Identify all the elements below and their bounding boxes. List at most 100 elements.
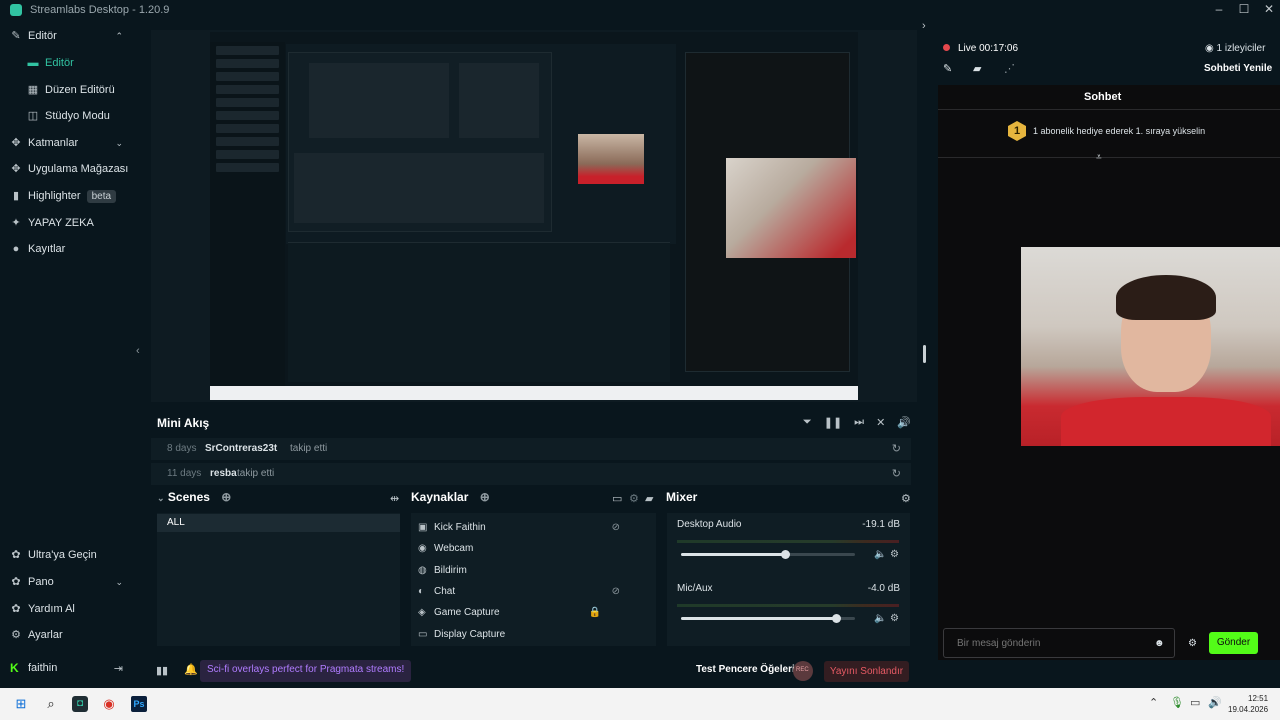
lock-icon[interactable]: 🔒 bbox=[589, 607, 601, 618]
share-icon[interactable]: ⋰ bbox=[1004, 62, 1015, 75]
channel-settings-icon[interactable]: ⚙ bbox=[890, 613, 899, 624]
gift-goal-text: 1 abonelik hediye ederek 1. sıraya yükse… bbox=[1033, 126, 1206, 136]
layers-icon: ✥ bbox=[11, 137, 21, 149]
mini-feed-title: Mini Akış bbox=[157, 416, 210, 430]
repeat-alert-icon[interactable]: ↻ bbox=[892, 467, 901, 480]
volume-slider[interactable] bbox=[681, 550, 855, 559]
mute-alerts-icon[interactable]: ✕ bbox=[876, 416, 885, 429]
chat-settings-icon[interactable]: ⚙ bbox=[1188, 638, 1197, 649]
sidebar-item-dashboard[interactable]: ✿ Pano ⌄ bbox=[0, 569, 135, 595]
sidebar-item-editor[interactable]: ▬ Editör bbox=[0, 50, 135, 76]
close-button[interactable]: ✕ bbox=[1258, 0, 1280, 20]
broadcast-icon[interactable]: ▰ bbox=[973, 62, 981, 75]
globe-icon: ◍ bbox=[418, 564, 427, 576]
maximize-button[interactable]: ☐ bbox=[1233, 0, 1255, 20]
sidebar-item-help[interactable]: ✿ Yardım Al bbox=[0, 596, 135, 622]
source-item[interactable]: ◍ Bildirim bbox=[418, 560, 648, 580]
overlay-promo-banner[interactable]: Sci-fi overlays perfect for Pragmata str… bbox=[200, 660, 412, 682]
window-controls: – ☐ ✕ bbox=[1205, 0, 1280, 20]
pencil-icon: ✎ bbox=[11, 30, 21, 42]
photoshop-icon[interactable]: Ps bbox=[131, 696, 147, 712]
chrome-icon[interactable]: ◉ bbox=[101, 696, 117, 712]
chevron-up-icon[interactable]: ⌃ bbox=[1149, 696, 1158, 709]
mixer-channel-name: Desktop Audio bbox=[677, 519, 742, 530]
visibility-hidden-icon[interactable]: ⊘ bbox=[612, 586, 620, 597]
speaker-icon[interactable]: 🔈 bbox=[874, 613, 886, 624]
emoji-icon[interactable]: ☻ bbox=[1154, 638, 1165, 649]
selective-recording-icon[interactable]: ▭ bbox=[612, 492, 622, 505]
speaker-icon[interactable]: 🔈 bbox=[874, 549, 886, 560]
pause-icon[interactable]: ❚❚ bbox=[824, 416, 842, 429]
source-item[interactable]: ▣ Kick Faithin ⊘ bbox=[418, 517, 648, 537]
sidebar-item-label: Highlighter bbox=[28, 190, 81, 202]
volume-icon[interactable]: 🔊 bbox=[897, 416, 911, 429]
sidebar-item-editor-group[interactable]: ✎ Editör ⌃ bbox=[0, 23, 135, 49]
sidebar-item-studio-mode[interactable]: ◫ Stüdyo Modu bbox=[0, 103, 135, 129]
user-account[interactable]: K faithin ⇥ bbox=[0, 657, 135, 679]
source-item[interactable]: ◐ Chat ⊘ bbox=[418, 581, 648, 601]
volume-slider-knob[interactable] bbox=[832, 614, 841, 623]
source-label: Game Capture bbox=[434, 606, 500, 618]
add-source-icon[interactable]: ⊕ bbox=[480, 490, 490, 504]
divider bbox=[938, 157, 1280, 158]
sidebar-item-layout-editor[interactable]: ▦ Düzen Editörü bbox=[0, 77, 135, 103]
source-item[interactable]: ▭ Display Capture bbox=[418, 624, 648, 644]
scene-transitions-icon[interactable]: ⇹ bbox=[390, 492, 399, 505]
streamlabs-taskbar-icon[interactable]: ◘ bbox=[72, 696, 88, 712]
chat-icon: ◐ bbox=[418, 585, 425, 597]
end-stream-button[interactable]: Yayını Sonlandır bbox=[824, 661, 909, 682]
chevron-down-icon: ⌄ bbox=[115, 137, 123, 148]
search-icon[interactable]: ⌕ bbox=[43, 696, 59, 712]
send-button[interactable]: Gönder bbox=[1209, 632, 1258, 654]
edit-icon[interactable]: ✎ bbox=[943, 62, 952, 75]
chat-message-input[interactable] bbox=[943, 628, 1175, 658]
source-settings-icon[interactable]: ⚙ bbox=[629, 492, 639, 505]
expand-goals-icon[interactable]: ⩡ bbox=[1096, 152, 1102, 163]
visibility-hidden-icon[interactable]: ⊘ bbox=[612, 522, 620, 533]
resize-handle[interactable] bbox=[923, 345, 926, 363]
source-label: Kick Faithin bbox=[434, 521, 486, 533]
repeat-alert-icon[interactable]: ↻ bbox=[892, 442, 901, 455]
sidebar-item-layers[interactable]: ✥ Katmanlar ⌄ bbox=[0, 130, 135, 156]
sidebar-item-settings[interactable]: ⚙ Ayarlar bbox=[0, 622, 135, 648]
test-widgets-button[interactable]: Test Pencere Öğeleri bbox=[696, 664, 795, 675]
sidebar-item-label: Kayıtlar bbox=[28, 243, 66, 255]
notification-icon[interactable]: 🔔 bbox=[184, 663, 198, 676]
windows-start-icon[interactable]: ⊞ bbox=[13, 696, 29, 712]
refresh-chat-button[interactable]: Sohbeti Yenile bbox=[1204, 63, 1272, 74]
collapse-sidebar-icon[interactable]: ‹ bbox=[136, 345, 140, 357]
volume-slider-knob[interactable] bbox=[781, 550, 790, 559]
skip-icon[interactable]: ⏭ bbox=[854, 416, 864, 429]
sidebar-item-app-store[interactable]: ✥ Uygulama Mağazası ⌄ bbox=[0, 156, 135, 182]
chevron-down-icon[interactable]: ⌄ bbox=[157, 493, 165, 503]
divider bbox=[938, 109, 1280, 110]
sidebar-item-highlighter[interactable]: ▮ Highlighter beta bbox=[0, 183, 135, 209]
sidebar-item-label: Ultra'ya Geçin bbox=[28, 549, 97, 561]
scene-item[interactable]: ALL bbox=[157, 514, 400, 532]
channel-settings-icon[interactable]: ⚙ bbox=[890, 549, 899, 560]
filter-icon[interactable]: ⏷ bbox=[803, 416, 812, 429]
network-icon[interactable]: ▭ bbox=[1190, 696, 1200, 709]
chevron-right-icon[interactable]: › bbox=[922, 20, 926, 32]
logout-icon[interactable]: ⇥ bbox=[114, 662, 123, 675]
sidebar-item-ai[interactable]: ✦ YAPAY ZEKA bbox=[0, 210, 135, 236]
live-timer: Live 00:17:06 bbox=[958, 43, 1019, 54]
add-folder-icon[interactable]: ▰ bbox=[645, 492, 653, 505]
microphone-icon[interactable]: 🎙 bbox=[1170, 696, 1184, 709]
capture-mini-feed bbox=[288, 242, 670, 382]
source-item[interactable]: ◈ Game Capture 🔒 bbox=[418, 602, 648, 622]
system-clock[interactable]: 12:51 19.04.2026 bbox=[1228, 693, 1268, 715]
volume-tray-icon[interactable]: 🔊 bbox=[1208, 696, 1222, 709]
streamlabs-logo-icon bbox=[10, 4, 22, 16]
sidebar-item-recordings[interactable]: ● Kayıtlar bbox=[0, 236, 135, 262]
chevron-up-icon: ⌃ bbox=[115, 30, 123, 41]
record-button[interactable]: REC bbox=[793, 661, 813, 681]
mixer-settings-icon[interactable]: ⚙ bbox=[901, 492, 911, 505]
performance-icon[interactable]: ▮▮ bbox=[156, 664, 168, 677]
minimize-button[interactable]: – bbox=[1208, 0, 1230, 20]
volume-slider[interactable] bbox=[681, 614, 855, 623]
scenes-header: ⌄ Scenes ⊕ bbox=[157, 490, 231, 508]
add-scene-icon[interactable]: ⊕ bbox=[221, 490, 231, 504]
source-item[interactable]: ◉ Webcam bbox=[418, 538, 648, 558]
sidebar-item-ultra[interactable]: ✿ Ultra'ya Geçin bbox=[0, 542, 135, 568]
